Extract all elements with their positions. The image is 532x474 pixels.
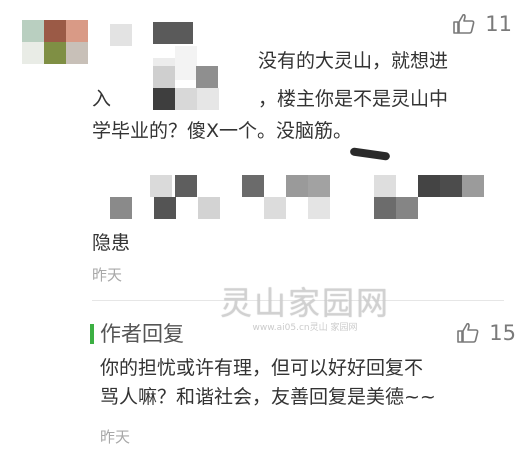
- reply-timestamp: 昨天: [100, 428, 131, 446]
- censor-mosaic: [286, 175, 308, 197]
- thumbs-up-icon: [453, 14, 475, 34]
- avatar[interactable]: [22, 20, 88, 66]
- censor-mosaic: [418, 175, 440, 197]
- censor-mosaic: [197, 88, 219, 110]
- username-mosaic: [153, 22, 193, 44]
- censor-mosaic: [153, 66, 175, 88]
- comment-text-line-2: ，楼主你是不是灵山中: [258, 88, 449, 110]
- censor-mosaic: [110, 197, 132, 219]
- comment-text-line-6: 隐患: [92, 232, 131, 254]
- censor-mosaic: [175, 175, 197, 197]
- censor-mosaic: [308, 197, 330, 219]
- comment-item: 11 没有的大灵山，就想进 入 ，楼主你是不是灵山中 学毕业的？傻X一个。没脑筋…: [0, 0, 532, 300]
- comment-text-line-2-start: 入: [92, 88, 112, 110]
- comment-text-line-1: 没有的大灵山，就想进: [258, 50, 449, 72]
- censor-mosaic: [396, 197, 418, 219]
- reply-like-count: 15: [489, 321, 516, 345]
- censor-mosaic: [198, 197, 220, 219]
- censor-mosaic: [264, 197, 286, 219]
- censor-mosaic: [153, 88, 175, 110]
- author-reply: 作者回复 15 你的担忧或许有理，但可以好好回复不 骂人嘛？和谐社会，友善回复是…: [0, 301, 532, 474]
- reply-text: 你的担忧或许有理，但可以好好回复不 骂人嘛？和谐社会，友善回复是美德~~: [100, 354, 436, 412]
- censor-mosaic: [462, 175, 484, 197]
- censor-mosaic: [374, 175, 396, 197]
- censor-mosaic: [374, 197, 396, 219]
- username-mosaic: [110, 24, 132, 46]
- censor-mosaic: [154, 197, 176, 219]
- censor-mosaic: [196, 66, 218, 88]
- censor-mosaic: [242, 175, 264, 197]
- censor-mosaic: [440, 175, 462, 197]
- comment-text-line-3: 学毕业的？傻X一个。没脑筋。: [92, 120, 353, 142]
- reply-header: 作者回复: [100, 322, 184, 346]
- censor-mosaic: [175, 88, 197, 110]
- comment-timestamp: 昨天: [92, 266, 123, 284]
- like-button[interactable]: 11: [453, 12, 512, 36]
- censor-mosaic: [349, 147, 391, 161]
- reply-like-button[interactable]: 15: [457, 321, 516, 345]
- censor-mosaic: [308, 175, 330, 197]
- reply-text-line-2: 骂人嘛？和谐社会，友善回复是美德~~: [100, 386, 436, 408]
- thumbs-up-icon: [457, 323, 479, 343]
- censor-mosaic: [150, 175, 172, 197]
- reply-text-line-1: 你的担忧或许有理，但可以好好回复不: [100, 357, 424, 379]
- censor-mosaic: [175, 46, 197, 80]
- like-count: 11: [485, 12, 512, 36]
- reply-accent-bar: [90, 324, 94, 344]
